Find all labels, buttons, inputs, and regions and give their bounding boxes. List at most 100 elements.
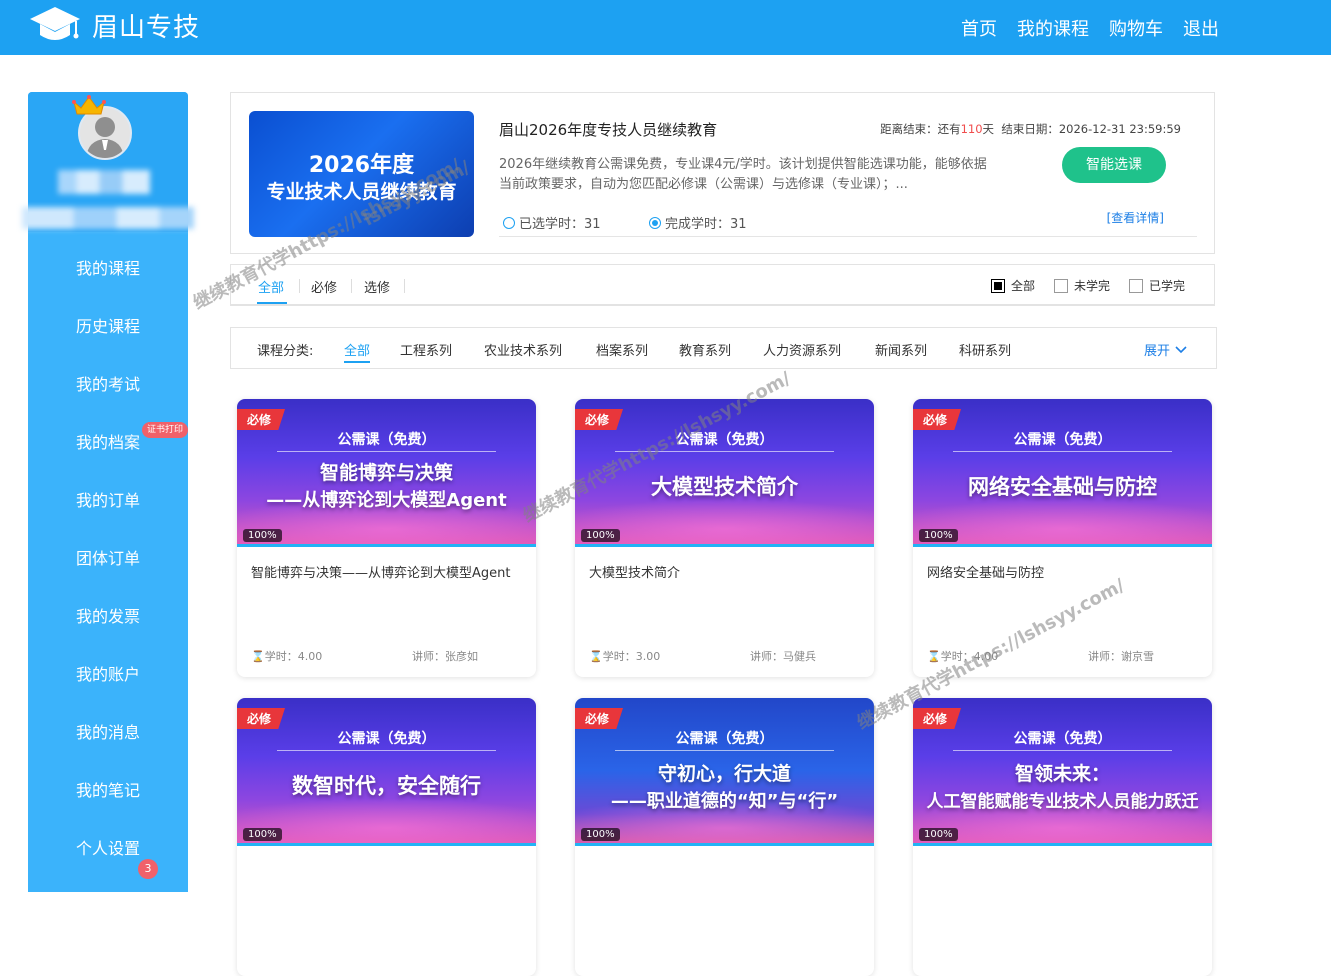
course-thumbnail[interactable]: 必修 公需课（免费） 智领未来： 人工智能赋能专业技术人员能力跃迁 100% [913,698,1212,846]
selected-hours: 已选学时：31 [503,213,601,232]
divider [277,750,496,751]
plan-banner-image[interactable]: 2026年度 专业技术人员继续教育 [249,111,474,237]
divider [299,279,300,293]
brand-logo[interactable]: 眉山专技 [28,5,200,45]
checkbox-icon[interactable] [1129,278,1143,293]
category-archive[interactable]: 档案系列 [596,340,648,359]
tab-elective[interactable]: 选修 [364,277,390,296]
course-thumbnail[interactable]: 必修 公需课（免费） 网络安全基础与防控 100% [913,399,1212,547]
plan-card: 2026年度 专业技术人员继续教育 眉山2026年度专技人员继续教育 距离结束：… [230,92,1215,254]
view-details-link[interactable]: [查看详情] [1107,209,1164,226]
sidebar: 我的课程 历史课程 我的考试 我的档案 我的订单 团体订单 我的发票 我的账户 … [22,92,194,892]
filter-all-label: 全部 [1011,279,1036,293]
course-teacher: 讲师：谢京雪 [1088,650,1154,663]
course-headline: 网络安全基础与防控 [968,475,1157,499]
filter-all[interactable]: 全部 [991,277,1035,294]
progress-badge: 100% [581,828,620,841]
crown-icon [72,95,106,115]
course-card[interactable]: 必修 公需课（免费） 大模型技术简介 100% 大模型技术简介 ⌛学时：3.00… [575,399,874,677]
plan-title[interactable]: 眉山2026年度专技人员继续教育 [499,119,717,140]
course-card[interactable]: 必修 公需课（免费） 智领未来： 人工智能赋能专业技术人员能力跃迁 100% [913,698,1212,976]
cert-print-badge[interactable]: 证书打印 [142,422,188,438]
nav-cart[interactable]: 购物车 [1109,15,1163,41]
graduation-cap-icon [30,7,80,40]
course-headline: 大模型技术简介 [651,475,798,499]
top-nav: 首页 我的课程 购物车 退出 [941,0,1219,55]
nav-home[interactable]: 首页 [961,15,997,41]
course-card[interactable]: 必修 公需课（免费） 智能博弈与决策 ——从博弈论到大模型Agent 100% … [237,399,536,677]
sidebar-item-history[interactable]: 历史课程 [28,298,188,356]
sidebar-item-group-orders[interactable]: 团体订单 [28,530,188,588]
course-thumbnail[interactable]: 必修 公需课（免费） 大模型技术简介 100% [575,399,874,547]
course-kicker: 公需课（免费） [337,432,436,448]
active-tab-indicator [257,302,287,304]
sidebar-item-messages[interactable]: 我的消息 [28,704,188,762]
completed-hours-label: 完成学时：31 [665,217,747,232]
decor [575,499,874,544]
divider [277,451,496,452]
required-tag: 必修 [575,409,624,430]
message-count-badge: 3 [138,859,158,879]
filter-finished[interactable]: 已学完 [1129,277,1185,294]
course-thumbnail[interactable]: 必修 公需课（免费） 智能博弈与决策 ——从博弈论到大模型Agent 100% [237,399,536,547]
filter-unfinished[interactable]: 未学完 [1054,277,1110,294]
category-education[interactable]: 教育系列 [679,340,731,359]
smart-select-button[interactable]: 智能选课 [1062,147,1166,183]
course-kicker: 公需课（免费） [1013,731,1112,747]
sidebar-item-orders[interactable]: 我的订单 [28,472,188,530]
sidebar-item-account[interactable]: 我的账户 [28,646,188,704]
category-hr[interactable]: 人力资源系列 [763,340,841,359]
selected-hours-label: 已选学时：31 [519,217,601,232]
required-tag: 必修 [913,409,962,430]
sidebar-menu: 我的课程 历史课程 我的考试 我的档案 我的订单 团体订单 我的发票 我的账户 … [28,240,188,879]
category-engineering[interactable]: 工程系列 [400,340,452,359]
sidebar-item-notes[interactable]: 我的笔记 [28,762,188,820]
top-header: 眉山专技 首页 我的课程 购物车 退出 [0,0,1331,55]
decor [237,798,536,843]
divider [499,236,1197,237]
course-card[interactable]: 必修 公需课（免费） 网络安全基础与防控 100% 网络安全基础与防控 ⌛学时：… [913,399,1212,677]
course-thumbnail[interactable]: 必修 公需课（免费） 守初心，行大道 ——职业道德的“知”与“行” 100% [575,698,874,846]
course-kicker: 公需课（免费） [675,731,774,747]
course-headline-sub: ——职业道德的“知”与“行” [610,791,839,812]
category-research[interactable]: 科研系列 [959,340,1011,359]
course-kicker: 公需课（免费） [675,432,774,448]
category-news[interactable]: 新闻系列 [875,340,927,359]
nav-my-courses[interactable]: 我的课程 [1017,15,1089,41]
plan-banner-line1: 2026年度 [308,153,415,178]
course-hours-value: 学时：3.00 [602,650,661,663]
sidebar-item-settings[interactable]: 个人设置 [28,820,188,878]
course-hours-value: 学时：4.00 [264,650,323,663]
course-teacher: 讲师：马健兵 [750,650,816,663]
progress-badge: 100% [919,529,958,542]
checkbox-checked-icon[interactable] [991,278,1005,293]
course-hours: ⌛学时：4.00 [927,648,998,664]
sidebar-item-my-courses[interactable]: 我的课程 [28,240,188,298]
course-kicker: 公需课（免费） [1013,432,1112,448]
course-headline-sub: 人工智能赋能专业技术人员能力跃迁 [926,792,1199,812]
countdown-days: 110 [960,122,983,136]
course-thumbnail[interactable]: 必修 公需课（免费） 数智时代，安全随行 100% [237,698,536,846]
nav-logout[interactable]: 退出 [1183,15,1219,41]
category-all[interactable]: 全部 [344,340,371,363]
expand-categories-button[interactable]: 展开 [1144,340,1188,359]
course-card[interactable]: 必修 公需课（免费） 数智时代，安全随行 100% [237,698,536,976]
course-title[interactable]: 大模型技术简介 [589,564,859,583]
course-card[interactable]: 必修 公需课（免费） 守初心，行大道 ——职业道德的“知”与“行” 100% [575,698,874,976]
sidebar-item-invoices[interactable]: 我的发票 [28,588,188,646]
sidebar-item-exams[interactable]: 我的考试 [28,356,188,414]
tab-all[interactable]: 全部 [258,277,284,296]
divider [615,451,834,452]
required-tag: 必修 [913,708,962,729]
course-headline: 守初心，行大道 [657,763,791,785]
user-profile [22,92,194,232]
course-title[interactable]: 网络安全基础与防控 [927,564,1197,583]
divider [615,750,834,751]
user-info-blurred [22,207,194,229]
checkbox-icon[interactable] [1054,278,1068,293]
course-title[interactable]: 智能博弈与决策——从博弈论到大模型Agent [251,564,521,583]
category-label: 课程分类: [257,344,314,359]
category-agriculture[interactable]: 农业技术系列 [484,340,562,359]
tab-required[interactable]: 必修 [311,277,337,296]
decor [913,499,1212,544]
